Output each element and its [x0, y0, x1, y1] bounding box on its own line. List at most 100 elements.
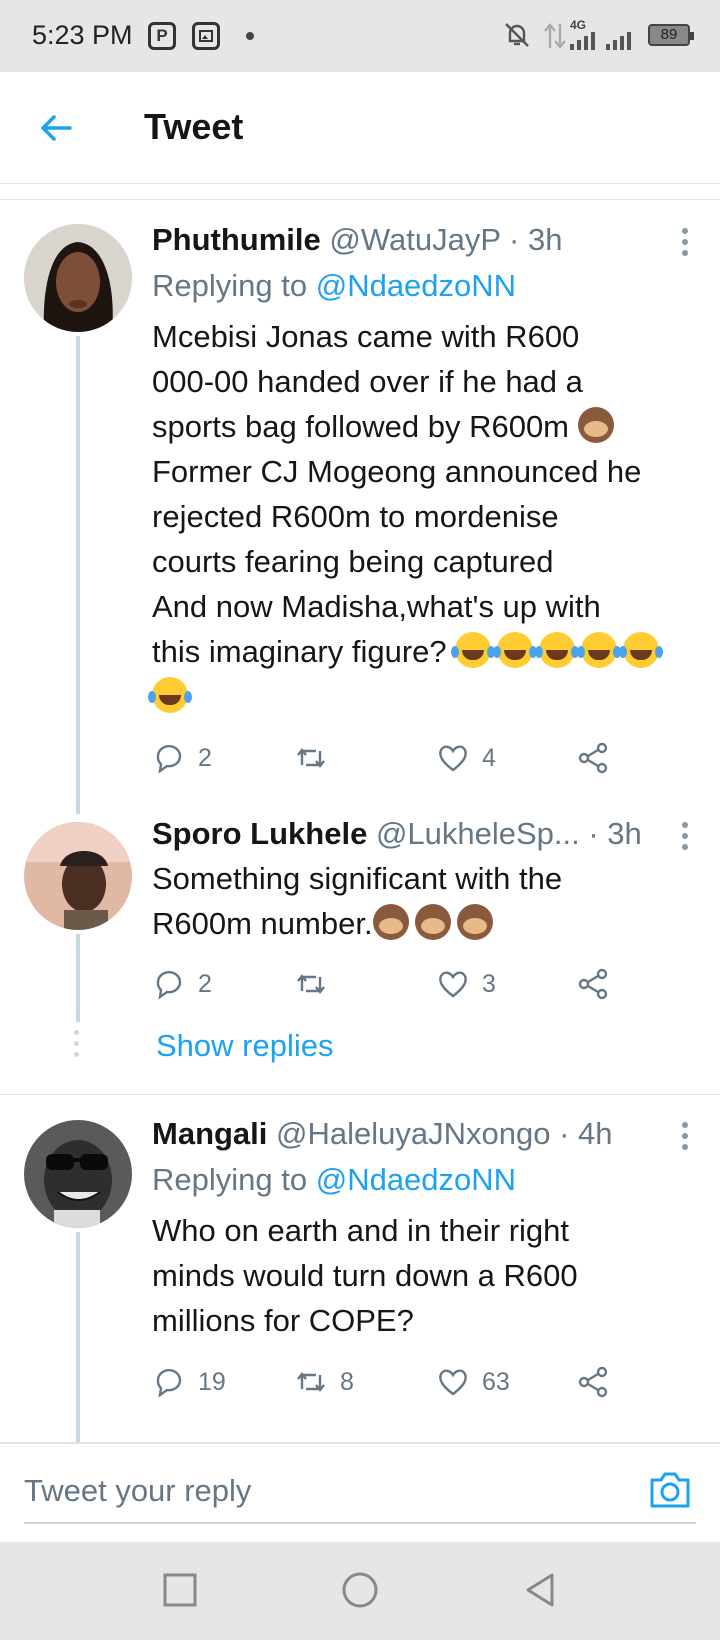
share-button[interactable]	[576, 1362, 610, 1402]
text-line: 000-00 handed over if he had a	[152, 364, 583, 399]
avatar[interactable]	[24, 224, 132, 332]
share-button[interactable]	[576, 964, 610, 1004]
text-line: minds would turn down a R600	[152, 1258, 578, 1293]
camera-icon[interactable]	[648, 1470, 692, 1510]
share-icon	[578, 742, 608, 774]
more-options-icon[interactable]	[682, 228, 690, 261]
reply-count: 2	[198, 969, 212, 998]
reply-button[interactable]: 2	[152, 964, 212, 1004]
author-handle: @WatuJayP · 3h	[329, 222, 563, 257]
rofl-emoji-icon	[451, 632, 492, 668]
divider	[0, 1094, 720, 1095]
retweet-icon	[297, 748, 325, 768]
notification-app-icon: P	[148, 22, 176, 50]
heart-icon	[439, 745, 467, 772]
tweet-text: Mcebisi Jonas came with R600 000-00 hand…	[148, 314, 702, 719]
rofl-emoji-icon	[577, 632, 618, 668]
reply-composer: Tweet your reply	[0, 1442, 720, 1542]
like-button[interactable]: 4	[436, 738, 496, 778]
replying-to: Replying to @NdaedzoNN	[152, 1162, 516, 1198]
like-button[interactable]: 63	[436, 1362, 510, 1402]
thread-line	[76, 1232, 80, 1442]
see-no-evil-monkey-icon	[372, 904, 409, 940]
thread-line	[76, 336, 80, 814]
data-arrows-icon	[544, 23, 566, 49]
replying-to-link[interactable]: @NdaedzoNN	[316, 1162, 516, 1197]
show-replies-link[interactable]: Show replies	[156, 1028, 333, 1064]
more-options-icon[interactable]	[682, 1122, 690, 1155]
text-line: Former CJ Mogeong announced he	[152, 454, 642, 489]
mute-icon	[505, 23, 529, 47]
rofl-emoji-icon	[535, 632, 576, 668]
retweet-icon	[297, 974, 325, 994]
reply-input[interactable]: Tweet your reply	[24, 1464, 696, 1524]
author-name[interactable]: Sporo Lukhele	[152, 816, 367, 851]
share-icon	[578, 1366, 608, 1398]
home-icon[interactable]	[340, 1570, 380, 1610]
battery-indicator: 89	[648, 24, 694, 46]
replying-to-label: Replying to	[152, 1162, 316, 1197]
reply-icon	[156, 745, 182, 774]
text-line: Something significant with the	[152, 861, 563, 896]
back-arrow-icon[interactable]	[38, 110, 74, 146]
notification-gallery-icon	[192, 22, 220, 50]
text-line: sports bag followed by R600m	[152, 409, 570, 444]
replying-to: Replying to @NdaedzoNN	[152, 268, 516, 304]
reply-icon	[156, 971, 182, 1000]
app-header: Tweet	[0, 72, 720, 184]
text-line: courts fearing being captured	[152, 544, 554, 579]
like-button[interactable]: 3	[436, 964, 496, 1004]
rofl-emoji-icon	[619, 632, 660, 668]
reply-icon	[156, 1369, 182, 1398]
author-name[interactable]: Phuthumile	[152, 222, 321, 257]
author-handle: @HaleluyaJNxongo · 4h	[276, 1116, 613, 1151]
text-line: And now Madisha,what's up with	[152, 589, 601, 624]
retweet-icon	[297, 1372, 325, 1392]
tweet-actions: 2 4	[152, 738, 612, 778]
status-dot	[246, 32, 254, 40]
tweet-actions: 2 3	[152, 964, 612, 1004]
text-line: this imaginary figure?	[152, 634, 447, 669]
like-count: 4	[482, 743, 496, 772]
back-triangle-icon[interactable]	[520, 1570, 560, 1610]
reply-count: 2	[198, 743, 212, 772]
replying-to-link[interactable]: @NdaedzoNN	[316, 268, 516, 303]
text-line: Mcebisi Jonas came with R600	[152, 319, 580, 354]
recent-apps-icon[interactable]	[160, 1570, 200, 1610]
status-time: 5:23 PM	[32, 20, 133, 50]
thread-line	[76, 934, 80, 1022]
signal-icon	[570, 32, 631, 50]
reply-button[interactable]: 2	[152, 738, 212, 778]
share-button[interactable]	[576, 738, 610, 778]
retweet-count: 8	[340, 1367, 354, 1396]
author-name[interactable]: Mangali	[152, 1116, 267, 1151]
retweet-button[interactable]	[294, 964, 340, 1004]
tweet-text: Something significant with the R600m num…	[152, 856, 702, 946]
rofl-emoji-icon	[493, 632, 534, 668]
retweet-button[interactable]	[294, 738, 340, 778]
rofl-emoji-icon	[148, 677, 188, 713]
reply-count: 19	[198, 1367, 226, 1396]
page-title: Tweet	[144, 106, 244, 147]
text-line: Who on earth and in their right	[152, 1213, 570, 1248]
see-no-evil-monkey-icon	[577, 407, 614, 443]
divider	[0, 199, 720, 200]
status-bar: 5:23 PM P 4G 89	[0, 0, 720, 72]
avatar[interactable]	[24, 822, 132, 930]
share-icon	[578, 968, 608, 1000]
retweet-button[interactable]: 8	[294, 1362, 354, 1402]
system-nav-bar	[0, 1542, 720, 1640]
text-line: R600m number.	[152, 906, 373, 941]
like-count: 63	[482, 1367, 510, 1396]
avatar[interactable]	[24, 1120, 132, 1228]
reply-button[interactable]: 19	[152, 1362, 226, 1402]
see-no-evil-monkey-icon	[414, 904, 451, 940]
text-line: rejected R600m to mordenise	[152, 499, 559, 534]
tweet-actions: 19 8 63	[152, 1362, 612, 1402]
more-options-icon[interactable]	[682, 822, 690, 855]
tweet-text: Who on earth and in their right minds wo…	[152, 1208, 702, 1343]
text-line: millions for COPE?	[152, 1303, 414, 1338]
thread-continuation-dots	[74, 1030, 80, 1063]
heart-icon	[439, 1369, 467, 1396]
replying-to-label: Replying to	[152, 268, 316, 303]
